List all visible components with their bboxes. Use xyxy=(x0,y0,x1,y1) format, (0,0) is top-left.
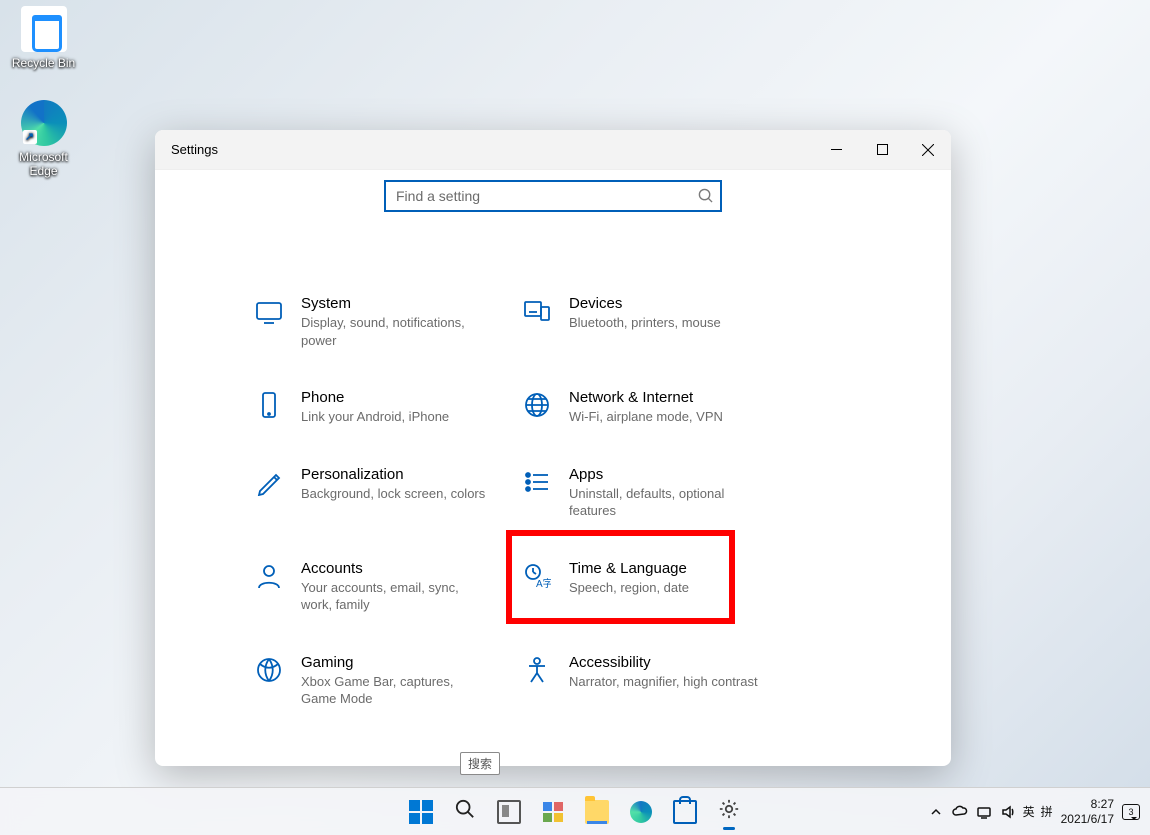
store-icon xyxy=(673,800,697,824)
category-time-language[interactable]: A字 Time & Language Speech, region, date xyxy=(521,560,789,614)
gear-icon xyxy=(718,798,740,825)
gaming-icon xyxy=(253,654,285,686)
category-personalization[interactable]: Personalization Background, lock screen,… xyxy=(253,466,521,520)
desktop-icon-label: Recycle Bin xyxy=(6,56,81,70)
task-view-icon xyxy=(497,800,521,824)
taskbar: 英 拼 8:27 2021/6/17 3 xyxy=(0,787,1150,835)
folder-icon xyxy=(585,800,609,824)
devices-icon xyxy=(521,295,553,327)
accounts-icon xyxy=(253,560,285,592)
clock-time: 8:27 xyxy=(1061,797,1114,811)
desktop-icon-label: Microsoft Edge xyxy=(6,150,81,178)
category-gaming[interactable]: Gaming Xbox Game Bar, captures, Game Mod… xyxy=(253,654,521,708)
maximize-button[interactable] xyxy=(859,130,905,170)
search-input[interactable] xyxy=(384,180,722,212)
close-button[interactable] xyxy=(905,130,951,170)
category-apps[interactable]: Apps Uninstall, defaults, optional featu… xyxy=(521,466,789,520)
category-phone[interactable]: Phone Link your Android, iPhone xyxy=(253,389,521,426)
system-tray[interactable]: 英 拼 8:27 2021/6/17 3 xyxy=(925,797,1142,826)
svg-text:A字: A字 xyxy=(536,577,551,590)
category-title: Time & Language xyxy=(569,560,689,577)
settings-window: Settings System xyxy=(155,130,951,766)
phone-icon xyxy=(253,389,285,421)
category-title: Devices xyxy=(569,295,721,312)
category-accessibility[interactable]: Accessibility Narrator, magnifier, high … xyxy=(521,654,789,708)
taskbar-search-button[interactable] xyxy=(445,792,485,832)
system-icon xyxy=(253,295,285,327)
clock[interactable]: 8:27 2021/6/17 xyxy=(1061,797,1114,826)
category-subtitle: Bluetooth, printers, mouse xyxy=(569,314,721,332)
category-subtitle: Your accounts, email, sync, work, family xyxy=(301,579,491,614)
search-icon xyxy=(698,188,713,208)
apps-icon xyxy=(521,466,553,498)
edge-button[interactable] xyxy=(621,792,661,832)
desktop-recycle-bin[interactable]: Recycle Bin xyxy=(6,6,81,70)
category-system[interactable]: System Display, sound, notifications, po… xyxy=(253,295,521,349)
category-subtitle: Link your Android, iPhone xyxy=(301,408,449,426)
category-title: Accounts xyxy=(301,560,491,577)
widgets-icon xyxy=(543,802,563,822)
file-explorer-button[interactable] xyxy=(577,792,617,832)
category-subtitle: Speech, region, date xyxy=(569,579,689,597)
network-icon[interactable] xyxy=(973,801,995,823)
start-icon xyxy=(409,800,433,824)
category-subtitle: Background, lock screen, colors xyxy=(301,485,485,503)
category-subtitle: Wi-Fi, airplane mode, VPN xyxy=(569,408,723,426)
minimize-button[interactable] xyxy=(813,130,859,170)
category-network[interactable]: Network & Internet Wi-Fi, airplane mode,… xyxy=(521,389,789,426)
category-subtitle: Uninstall, defaults, optional features xyxy=(569,485,759,520)
category-title: System xyxy=(301,295,491,312)
time-language-icon: A字 xyxy=(521,560,553,592)
volume-icon[interactable] xyxy=(997,801,1019,823)
widgets-button[interactable] xyxy=(533,792,573,832)
globe-icon xyxy=(521,389,553,421)
category-devices[interactable]: Devices Bluetooth, printers, mouse xyxy=(521,295,789,349)
settings-taskbar-button[interactable] xyxy=(709,792,749,832)
category-subtitle: Narrator, magnifier, high contrast xyxy=(569,673,758,691)
store-button[interactable] xyxy=(665,792,705,832)
search-icon xyxy=(455,799,475,824)
category-subtitle: Display, sound, notifications, power xyxy=(301,314,491,349)
ime-indicator-1[interactable]: 英 xyxy=(1021,801,1037,823)
search-container xyxy=(384,180,722,212)
notification-icon: 3 xyxy=(1122,804,1140,820)
desktop-edge[interactable]: ↗ Microsoft Edge xyxy=(6,100,81,178)
category-title: Network & Internet xyxy=(569,389,723,406)
category-title: Phone xyxy=(301,389,449,406)
window-title: Settings xyxy=(171,142,218,157)
titlebar[interactable]: Settings xyxy=(155,130,951,170)
notification-center[interactable]: 3 xyxy=(1120,801,1142,823)
task-view-button[interactable] xyxy=(489,792,529,832)
accessibility-icon xyxy=(521,654,553,686)
category-title: Personalization xyxy=(301,466,485,483)
category-title: Gaming xyxy=(301,654,491,671)
clock-date: 2021/6/17 xyxy=(1061,812,1114,826)
settings-content[interactable]: System Display, sound, notifications, po… xyxy=(155,225,951,766)
onedrive-icon[interactable] xyxy=(949,801,971,823)
category-subtitle: Xbox Game Bar, captures, Game Mode xyxy=(301,673,491,708)
tray-overflow[interactable] xyxy=(925,801,947,823)
category-accounts[interactable]: Accounts Your accounts, email, sync, wor… xyxy=(253,560,521,614)
start-button[interactable] xyxy=(401,792,441,832)
category-title: Accessibility xyxy=(569,654,758,671)
search-tooltip: 搜索 xyxy=(460,752,500,775)
category-title: Apps xyxy=(569,466,759,483)
edge-icon: ↗ xyxy=(21,100,67,146)
edge-icon xyxy=(630,801,652,823)
ime-indicator-2[interactable]: 拼 xyxy=(1039,801,1055,823)
shortcut-arrow-icon: ↗ xyxy=(23,130,37,144)
pen-icon xyxy=(253,466,285,498)
recycle-bin-icon xyxy=(21,6,67,52)
